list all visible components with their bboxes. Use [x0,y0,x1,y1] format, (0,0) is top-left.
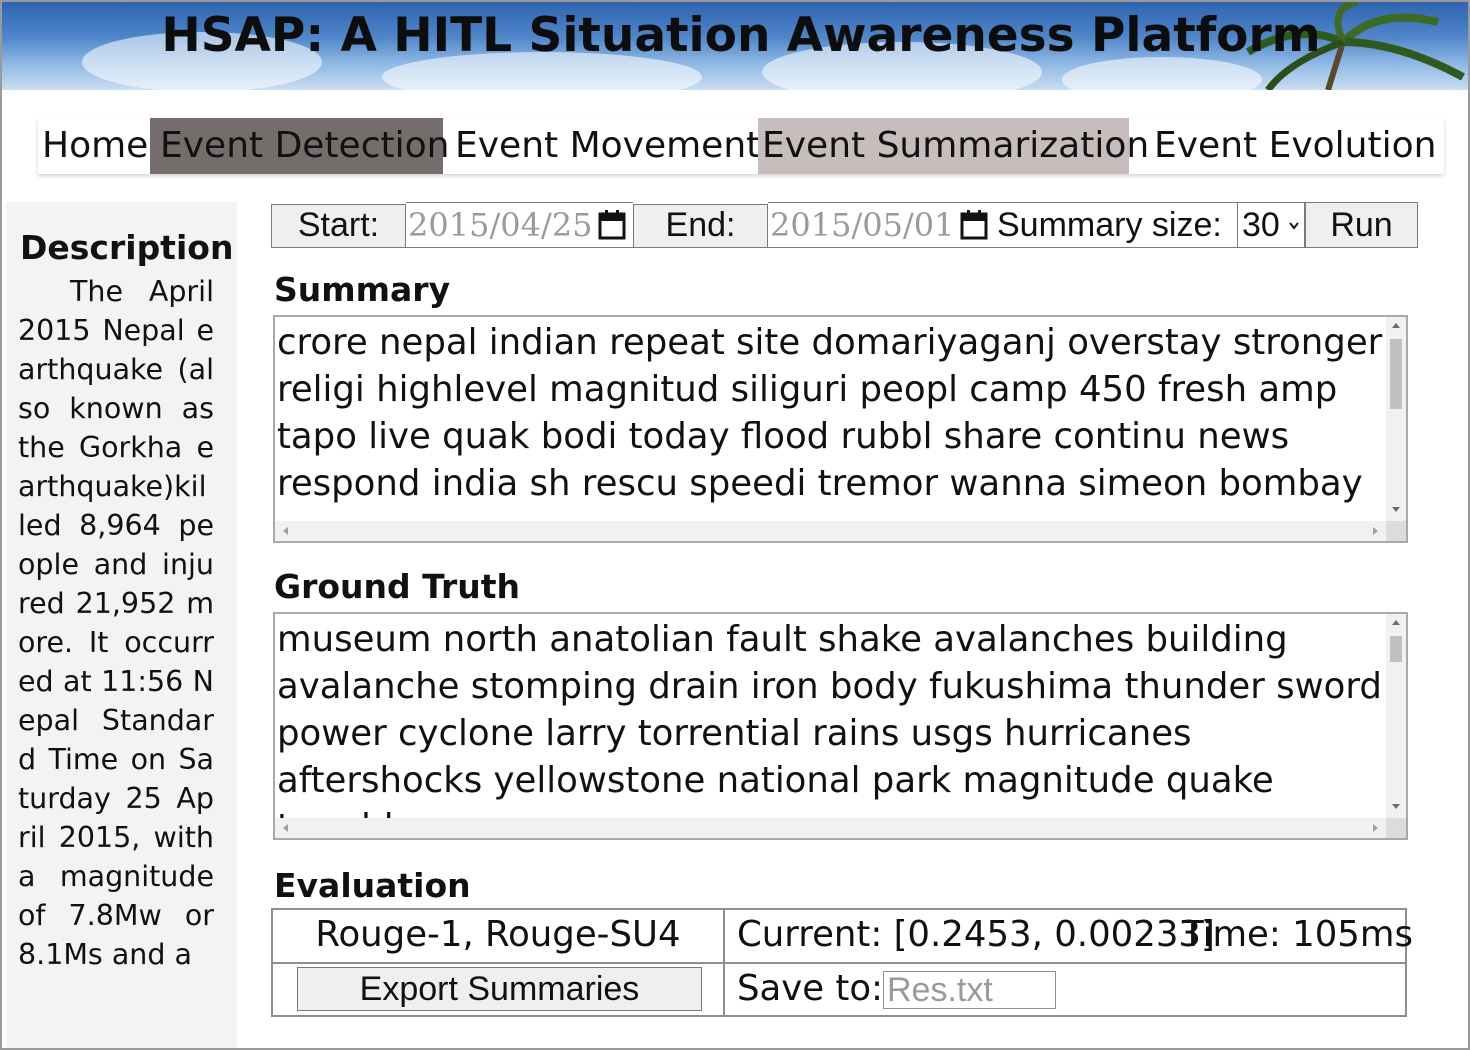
run-time: Time: 105ms [1182,914,1413,955]
description-text: The April 2015 Nepal earthquake (also kn… [18,275,214,971]
nav-item-home[interactable]: Home [42,118,152,174]
app-title: HSAP: A HITL Situation Awareness Platfor… [161,8,1321,63]
scrollbar-corner [1386,521,1406,541]
vertical-scrollbar[interactable] [1386,614,1406,820]
evaluation-table: Rouge-1, Rouge-SU4 Current: [0.2453, 0.0… [271,908,1413,1017]
nav-item-event-movement[interactable]: Event Movement [455,118,760,174]
export-cell: Export Summaries [271,962,725,1017]
nav-item-event-detection[interactable]: Event Detection [150,118,449,174]
save-filename-input[interactable]: Res.txt [883,971,1056,1009]
metric-cell: Rouge-1, Rouge-SU4 [271,908,725,964]
current-score: Current: [0.2453, 0.00233] [737,914,1215,955]
app-frame: HSAP: A HITL Situation Awareness Platfor… [0,0,1470,1050]
ground-truth-text: museum north anatolian fault shake avala… [277,619,1382,838]
end-button[interactable]: End: [633,204,768,248]
ground-truth-title: Ground Truth [274,567,521,606]
nav-item-event-evolution[interactable]: Event Evolution [1154,118,1439,174]
summary-size-select[interactable]: 30 [1237,202,1305,248]
calendar-icon[interactable] [960,210,988,240]
calendar-icon[interactable] [598,210,626,240]
summary-text: crore nepal indian repeat site domariyag… [277,322,1383,504]
summary-textarea[interactable]: crore nepal indian repeat site domariyag… [273,315,1408,543]
evaluation-title: Evaluation [274,866,471,905]
main-nav: Home Event Detection Event Movement Even… [38,118,1444,174]
nav-item-event-summarization[interactable]: Event Summarization [758,118,1149,174]
horizontal-scrollbar[interactable] [275,521,1386,541]
start-button[interactable]: Start: [271,204,406,248]
header-banner: HSAP: A HITL Situation Awareness Platfor… [2,2,1468,90]
ground-truth-textarea[interactable]: museum north anatolian fault shake avala… [273,612,1408,840]
summary-title: Summary [274,270,451,309]
scrollbar-corner [1386,818,1406,838]
save-label: Save to: [737,968,884,1009]
chevron-down-icon [1289,222,1299,230]
description-heading: Description [20,228,234,267]
metric-label: Rouge-1, Rouge-SU4 [315,914,681,955]
save-cell: Save to: Res.txt [723,962,1407,1017]
run-button[interactable]: Run [1305,202,1418,248]
current-score-cell: Current: [0.2453, 0.00233] Time: 105ms [723,908,1413,964]
export-summaries-button[interactable]: Export Summaries [297,967,702,1011]
vertical-scrollbar[interactable] [1386,317,1406,523]
summary-size-label: Summary size: [995,202,1237,248]
description-sidebar: Description The April 2015 Nepal earthqu… [6,202,237,1048]
horizontal-scrollbar[interactable] [275,818,1386,838]
